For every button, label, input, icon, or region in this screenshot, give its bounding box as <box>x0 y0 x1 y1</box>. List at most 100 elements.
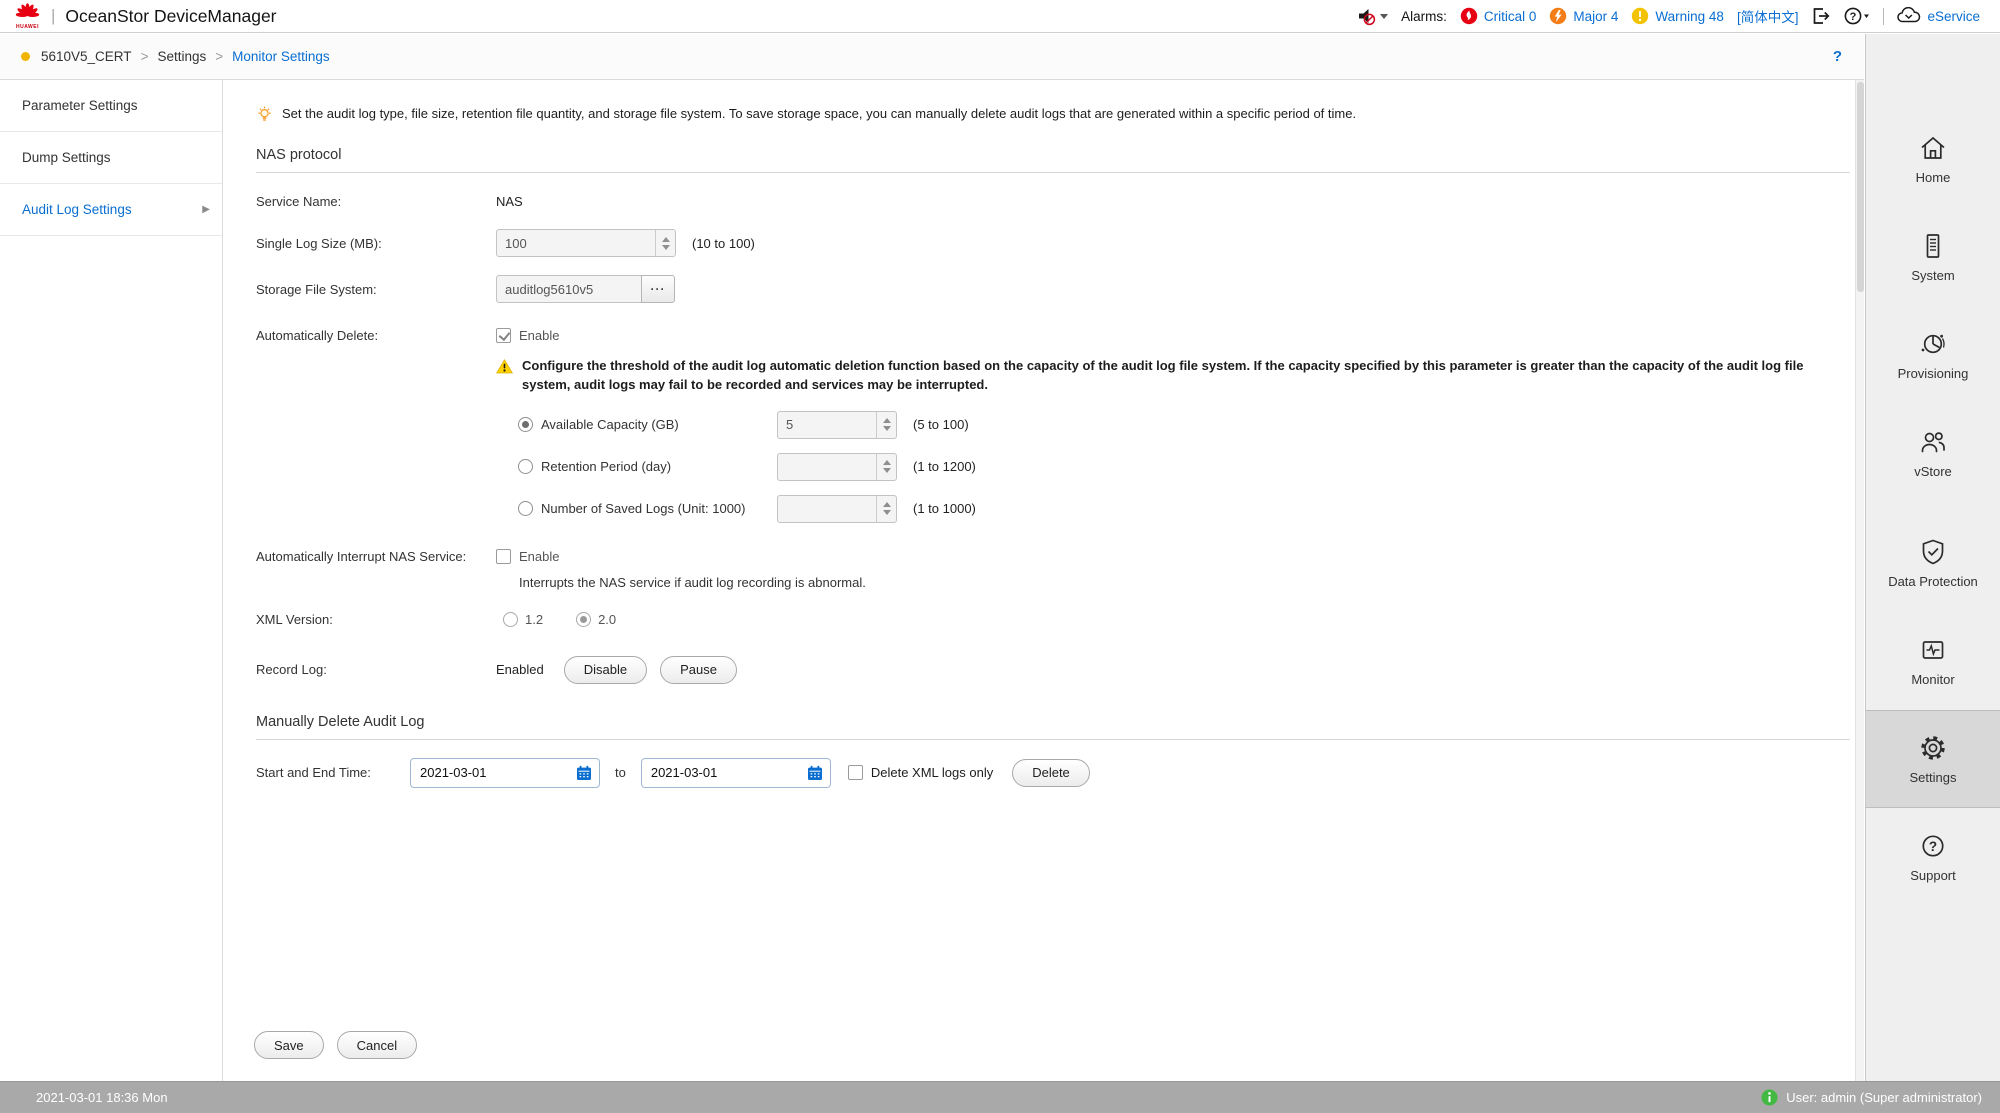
huawei-logo-icon <box>14 3 41 25</box>
xml-version-1-2-label: 1.2 <box>525 612 543 627</box>
spin-up-icon[interactable] <box>662 237 670 242</box>
critical-alarm-icon <box>1460 7 1478 25</box>
provisioning-icon <box>1918 329 1948 359</box>
start-date-value: 2021-03-01 <box>420 765 487 780</box>
logout-button[interactable] <box>1811 7 1831 25</box>
interrupt-nas-label: Automatically Interrupt NAS Service: <box>256 549 496 564</box>
sidebar-item-settings[interactable]: Settings <box>1866 710 2000 808</box>
vstore-icon <box>1918 427 1948 457</box>
sidebar-item-monitor[interactable]: Monitor <box>1866 612 2000 710</box>
sidebar-item-label: Provisioning <box>1898 366 1969 381</box>
major-alarm-icon <box>1549 7 1567 25</box>
sidebar-item-label: Support <box>1910 868 1956 883</box>
saved-logs-stepper[interactable] <box>876 496 896 522</box>
saved-logs-radio[interactable] <box>518 501 533 516</box>
language-switch[interactable]: [简体中文] <box>1737 6 1799 26</box>
nav-item-parameter-settings[interactable]: Parameter Settings <box>0 80 222 132</box>
alarm-warning[interactable]: Warning 48 <box>1631 7 1724 25</box>
available-capacity-input[interactable]: 5 <box>777 411 897 439</box>
content-scrollbar[interactable] <box>1855 80 1864 1081</box>
alarm-major[interactable]: Major 4 <box>1549 7 1618 25</box>
record-log-status: Enabled <box>496 662 544 677</box>
cancel-button[interactable]: Cancel <box>337 1031 417 1059</box>
delete-audit-log-button[interactable]: Delete <box>1012 759 1090 787</box>
app-title: OceanStor DeviceManager <box>65 6 276 27</box>
delete-xml-only-checkbox[interactable] <box>848 765 863 780</box>
breadcrumb-separator: > <box>215 49 223 64</box>
auto-delete-checkbox[interactable] <box>496 328 511 343</box>
retention-period-input[interactable] <box>777 453 897 481</box>
saved-logs-hint: (1 to 1000) <box>913 501 976 516</box>
available-capacity-value: 5 <box>778 417 876 432</box>
xml-version-2-0-radio[interactable] <box>576 612 591 627</box>
service-name-value: NAS <box>496 194 523 209</box>
warning-alarm-icon <box>1631 7 1649 25</box>
sidebar-item-label: Data Protection <box>1888 574 1978 589</box>
retention-period-stepper[interactable] <box>876 454 896 480</box>
single-log-size-stepper[interactable] <box>655 230 675 256</box>
sidebar-item-label: Monitor <box>1911 672 1954 687</box>
available-capacity-stepper[interactable] <box>876 412 896 438</box>
retention-period-radio[interactable] <box>518 459 533 474</box>
disable-record-log-button[interactable]: Disable <box>564 656 647 684</box>
primary-nav-sidebar: Home System Provisioning vStore <box>1865 34 2000 1081</box>
end-date-calendar-button[interactable] <box>807 765 823 781</box>
xml-version-2-0-label: 2.0 <box>598 612 616 627</box>
scrollbar-thumb[interactable] <box>1857 82 1864 292</box>
logout-icon <box>1811 7 1831 25</box>
single-log-size-input[interactable]: 100 <box>496 229 676 257</box>
saved-logs-input[interactable] <box>777 495 897 523</box>
spin-down-icon[interactable] <box>662 245 670 250</box>
submenu-arrow-icon: ▶ <box>202 204 210 215</box>
available-capacity-radio[interactable] <box>518 417 533 432</box>
help-menu[interactable]: ? <box>1844 7 1870 25</box>
data-protection-icon <box>1918 537 1948 567</box>
alarm-critical-text: Critical 0 <box>1484 9 1537 24</box>
storage-fs-input[interactable]: auditlog5610v5 <box>496 275 642 303</box>
single-log-size-hint: (10 to 100) <box>692 236 755 251</box>
storage-fs-browse-button[interactable]: ··· <box>641 275 675 303</box>
sidebar-item-provisioning[interactable]: Provisioning <box>1866 306 2000 404</box>
sidebar-item-system[interactable]: System <box>1866 208 2000 306</box>
warning-triangle-icon <box>496 359 513 374</box>
device-status-dot <box>21 52 30 61</box>
breadcrumb-device[interactable]: 5610V5_CERT <box>41 49 132 64</box>
spin-up-icon[interactable] <box>883 460 891 465</box>
help-icon: ? <box>1844 7 1870 25</box>
sidebar-item-support[interactable]: ? Support <box>1866 808 2000 906</box>
pause-record-log-button[interactable]: Pause <box>660 656 737 684</box>
storage-fs-value: auditlog5610v5 <box>505 282 593 297</box>
spin-down-icon[interactable] <box>883 426 891 431</box>
interrupt-nas-checkbox[interactable] <box>496 549 511 564</box>
spin-down-icon[interactable] <box>883 468 891 473</box>
nav-item-label: Parameter Settings <box>22 98 138 113</box>
nav-item-label: Audit Log Settings <box>22 202 132 217</box>
home-icon <box>1918 133 1948 163</box>
eservice-cloud-icon <box>1897 7 1921 25</box>
breadcrumb: 5610V5_CERT > Settings > Monitor Setting… <box>0 34 1864 80</box>
page-help-button[interactable]: ? <box>1833 48 1842 65</box>
alarm-critical[interactable]: Critical 0 <box>1460 7 1537 25</box>
nav-item-audit-log-settings[interactable]: Audit Log Settings ▶ <box>0 184 222 236</box>
alarm-warning-text: Warning 48 <box>1655 9 1724 24</box>
interrupt-nas-description: Interrupts the NAS service if audit log … <box>519 575 1850 590</box>
start-date-input[interactable]: 2021-03-01 <box>410 758 600 788</box>
alarm-sound-toggle[interactable] <box>1356 6 1388 26</box>
audit-log-settings-content: Set the audit log type, file size, reten… <box>224 80 1864 1081</box>
spin-up-icon[interactable] <box>883 502 891 507</box>
xml-version-1-2-radio[interactable] <box>503 612 518 627</box>
storage-fs-label: Storage File System: <box>256 282 496 297</box>
breadcrumb-settings[interactable]: Settings <box>157 49 206 64</box>
end-date-input[interactable]: 2021-03-01 <box>641 758 831 788</box>
sidebar-item-data-protection[interactable]: Data Protection <box>1866 514 2000 612</box>
nav-item-dump-settings[interactable]: Dump Settings <box>0 132 222 184</box>
settings-nav-panel: Parameter Settings Dump Settings Audit L… <box>0 80 223 1081</box>
spin-up-icon[interactable] <box>883 418 891 423</box>
spin-down-icon[interactable] <box>883 510 891 515</box>
save-button[interactable]: Save <box>254 1031 324 1059</box>
sidebar-item-vstore[interactable]: vStore <box>1866 404 2000 502</box>
eservice-link[interactable]: eService <box>1897 7 1980 25</box>
breadcrumb-monitor-settings[interactable]: Monitor Settings <box>232 49 330 64</box>
start-date-calendar-button[interactable] <box>576 765 592 781</box>
sidebar-item-home[interactable]: Home <box>1866 110 2000 208</box>
